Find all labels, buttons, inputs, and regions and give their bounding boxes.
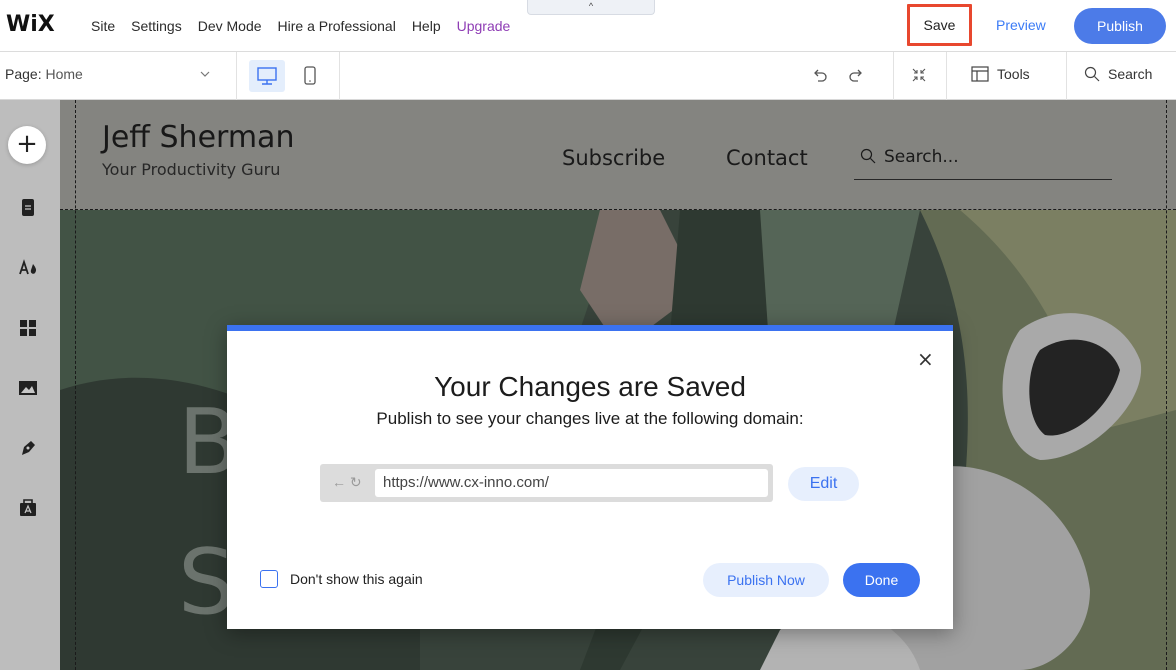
wix-logo[interactable]: WiX: [6, 12, 55, 37]
page-selector[interactable]: Page: Home: [5, 66, 83, 82]
preview-button[interactable]: Preview: [996, 17, 1046, 33]
done-button[interactable]: Done: [843, 563, 920, 597]
top-bar: WiX Site Settings Dev Mode Hire a Professio…: [0, 0, 1176, 52]
close-icon[interactable]: ×: [917, 347, 934, 371]
chevron-down-icon[interactable]: [200, 69, 210, 79]
tools-button[interactable]: Tools: [971, 66, 1030, 82]
changes-saved-dialog: × Your Changes are Saved Publish to see …: [227, 325, 953, 629]
search-icon: [1084, 66, 1100, 82]
dialog-subtitle: Publish to see your changes live at the …: [376, 409, 804, 428]
menu-hire-professional[interactable]: Hire a Professional: [278, 18, 396, 34]
zoom-out-icon[interactable]: [910, 66, 928, 84]
add-elements-button[interactable]: +: [8, 126, 46, 164]
desktop-view-button[interactable]: [249, 60, 285, 92]
search-button[interactable]: Search: [1084, 66, 1152, 82]
collapse-toolbar-tab[interactable]: ^: [527, 0, 655, 15]
menu-upgrade[interactable]: Upgrade: [457, 18, 511, 34]
page-label: Page:: [5, 66, 42, 82]
browser-nav-icons: ← ↻: [332, 474, 362, 490]
undo-icon[interactable]: [810, 65, 830, 85]
publish-now-button[interactable]: Publish Now: [703, 563, 829, 597]
divider: [339, 52, 340, 100]
save-button[interactable]: Save: [907, 4, 972, 46]
tools-icon: [971, 66, 989, 82]
dont-show-again-label[interactable]: Don't show this again: [290, 571, 423, 587]
divider: [1066, 52, 1067, 100]
dialog-title: Your Changes are Saved: [434, 371, 746, 402]
edit-domain-button[interactable]: Edit: [788, 467, 859, 501]
domain-url-field[interactable]: https://www.cx-inno.com/: [375, 469, 768, 497]
editor-subbar: Page: Home Tools Search: [0, 52, 1176, 100]
divider: [236, 52, 237, 100]
divider: [946, 52, 947, 100]
menu-site[interactable]: Site: [91, 18, 115, 34]
tools-label: Tools: [997, 66, 1030, 82]
page-value: Home: [45, 66, 83, 82]
domain-preview-bar: ← ↻ https://www.cx-inno.com/: [320, 464, 773, 502]
desktop-icon: [257, 67, 277, 85]
publish-button[interactable]: Publish: [1074, 8, 1166, 44]
redo-icon[interactable]: [846, 65, 866, 85]
menu-settings[interactable]: Settings: [131, 18, 182, 34]
menu-help[interactable]: Help: [412, 18, 441, 34]
main-menu: Site Settings Dev Mode Hire a Professional H…: [91, 18, 526, 34]
search-label: Search: [1108, 66, 1153, 82]
dont-show-again-checkbox[interactable]: [260, 570, 278, 588]
divider: [893, 52, 894, 100]
mobile-view-icon[interactable]: [302, 64, 318, 88]
menu-dev-mode[interactable]: Dev Mode: [198, 18, 262, 34]
